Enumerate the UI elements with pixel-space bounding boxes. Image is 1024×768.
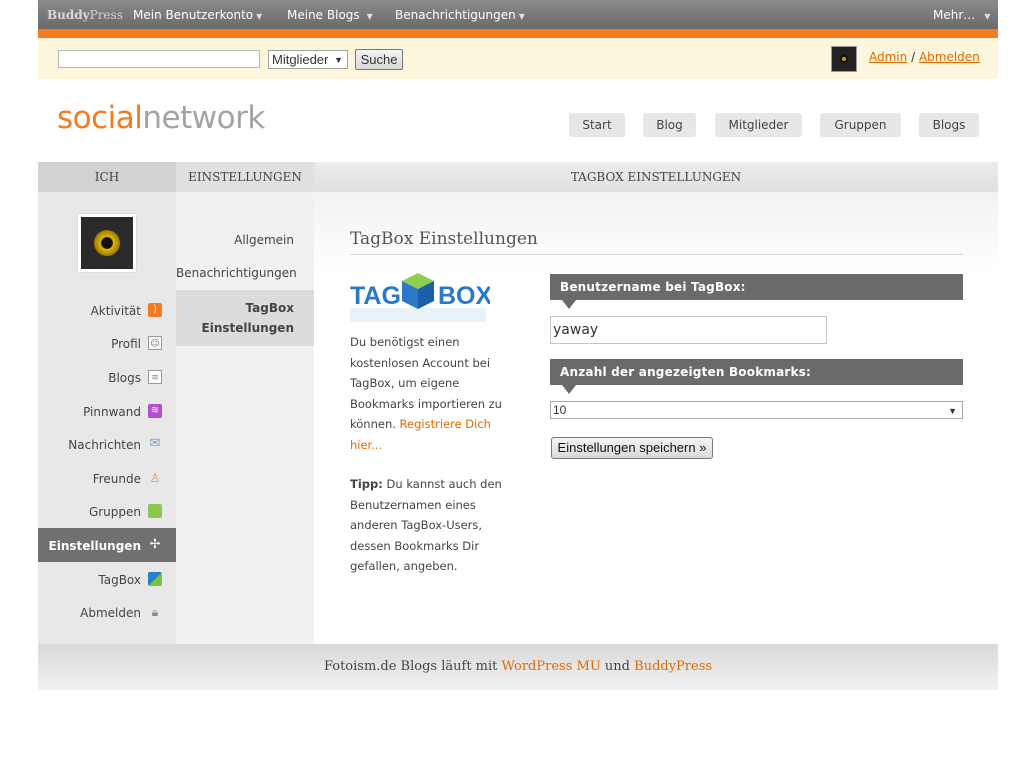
sidebar-item-wire[interactable]: Pinnwand ≋ (38, 394, 176, 428)
chevron-down-icon: ▼ (366, 12, 373, 21)
search-button[interactable]: Suche (355, 49, 403, 70)
tagbox-intro-text: Du benötigst einen kostenlosen Account b… (350, 335, 502, 452)
column-header-me: ICH (38, 162, 176, 200)
tagbox-logo: TAG BOX (350, 270, 493, 326)
bookmark-count-heading: Anzahl der angezeigten Bookmarks: (550, 359, 963, 394)
adminbar-more[interactable]: Mehr… ▼ (933, 8, 990, 22)
nav-members[interactable]: Mitglieder (715, 113, 802, 137)
sidebar-item-blogs[interactable]: Blogs ≡ (38, 360, 176, 394)
sidebar-item-logout[interactable]: Abmelden 🔒︎ (38, 595, 176, 629)
svg-text:BOX: BOX (438, 282, 490, 310)
adminbar-notifications[interactable]: Benachrichtigungen ▼ (395, 8, 525, 22)
sidebar-item-settings[interactable]: Einstellungen ✢ (38, 528, 187, 562)
bookmark-count-select[interactable]: 10 ▼ (550, 401, 963, 419)
settings-subnav (176, 192, 314, 644)
sidebar-item-messages[interactable]: Nachrichten ✉ (38, 427, 176, 461)
column-header-main: TAGBOX EINSTELLUNGEN (314, 162, 998, 192)
save-settings-button[interactable]: Einstellungen speichern » (551, 437, 713, 459)
owl-eye-image (94, 230, 120, 256)
avatar[interactable] (831, 46, 857, 72)
separator: / (911, 50, 916, 64)
chevron-down-icon: ▼ (518, 12, 525, 21)
sidebar-item-activity[interactable]: Aktivität ) (38, 293, 176, 327)
admin-bar: BuddyPress Mein Benutzerkonto ▼ Meine Blo… (38, 0, 998, 29)
buddypress-link[interactable]: BuddyPress (634, 659, 712, 674)
subnav-general[interactable]: Allgemein (176, 233, 314, 247)
accent-stripe (38, 29, 998, 38)
admin-link[interactable]: Admin (869, 50, 907, 64)
adminbar-my-account[interactable]: Mein Benutzerkonto ▼ (133, 8, 262, 22)
groups-icon (148, 504, 162, 518)
search-bar: Mitglieder ▼ Suche Admin / Abmelden (38, 38, 998, 79)
nav-blogs[interactable]: Blogs (919, 113, 979, 137)
divider (350, 254, 963, 255)
user-links: Admin / Abmelden (869, 50, 980, 64)
friends-icon: ♙ (149, 471, 161, 485)
subnav-notifications[interactable]: Benachrichtigungen (176, 266, 314, 280)
nav-start[interactable]: Start (569, 113, 625, 137)
page-title: TagBox Einstellungen (350, 229, 538, 249)
buddypress-logo[interactable]: BuddyPress (47, 8, 123, 22)
sidebar-item-groups[interactable]: Gruppen (38, 494, 176, 528)
rss-icon: ) (148, 303, 162, 317)
wordpress-mu-link[interactable]: WordPress MU (502, 659, 601, 674)
chevron-down-icon: ▼ (334, 55, 343, 65)
mail-icon: ✉ (149, 436, 161, 451)
sidebar-item-tagbox[interactable]: TagBox (38, 562, 176, 596)
subnav-label-line2: Einstellungen (201, 321, 294, 335)
username-heading: Benutzername bei TagBox: (550, 274, 963, 309)
sidebar-item-friends[interactable]: Freunde ♙ (38, 461, 176, 495)
tagbox-icon (148, 572, 162, 586)
settings-icon: ✢ (149, 537, 161, 552)
column-header-settings: EINSTELLUNGEN (176, 162, 314, 192)
footer: Fotoism.de Blogs läuft mit WordPress MU … (38, 644, 998, 690)
blogs-icon: ≡ (148, 370, 162, 384)
adminbar-my-blogs[interactable]: Meine Blogs ▼ (287, 8, 373, 22)
nav-blog[interactable]: Blog (643, 113, 696, 137)
profile-icon: ☺ (148, 336, 162, 350)
tagbox-tip: Tipp: Du kannst auch den Benutzernamen e… (350, 477, 502, 573)
chevron-down-icon: ▼ (256, 12, 263, 21)
logout-link[interactable]: Abmelden (919, 50, 980, 64)
profile-photo[interactable] (78, 214, 136, 272)
search-scope-select[interactable]: Mitglieder ▼ (268, 50, 348, 69)
chevron-down-icon: ▼ (984, 12, 991, 21)
chevron-down-icon: ▼ (948, 406, 957, 416)
search-input[interactable] (58, 50, 260, 68)
nav-groups[interactable]: Gruppen (820, 113, 901, 137)
site-logo[interactable]: socialnetwork (57, 100, 265, 136)
sidebar-item-profile[interactable]: Profil ☺ (38, 326, 176, 360)
svg-text:TAG: TAG (350, 282, 401, 310)
subnav-tagbox-settings[interactable]: TagBox Einstellungen (176, 290, 324, 346)
wire-icon: ≋ (148, 404, 162, 418)
lock-icon: 🔒︎ (151, 605, 159, 619)
username-input[interactable]: yaway (550, 316, 827, 344)
subnav-label-line1: TagBox (245, 301, 294, 315)
